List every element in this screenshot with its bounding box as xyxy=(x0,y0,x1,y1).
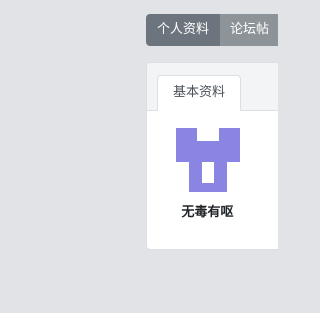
username: 无毒有呕 xyxy=(181,205,234,220)
tab-basic-info[interactable]: 基本资料 xyxy=(157,75,241,111)
top-tab-bar: 个人资料 论坛帖 xyxy=(146,14,278,46)
identicon-avatar xyxy=(176,128,240,192)
avatar-bottom-center-block xyxy=(189,183,227,192)
page: 个人资料 论坛帖 基本资料 无毒有呕 xyxy=(0,0,278,313)
avatar-middle-bar xyxy=(176,141,240,162)
tab-forum-posts[interactable]: 论坛帖 xyxy=(220,14,278,46)
profile-card: 基本资料 无毒有呕 xyxy=(146,62,278,250)
card-tab-bar: 基本资料 xyxy=(147,63,278,111)
tab-profile[interactable]: 个人资料 xyxy=(146,14,221,46)
